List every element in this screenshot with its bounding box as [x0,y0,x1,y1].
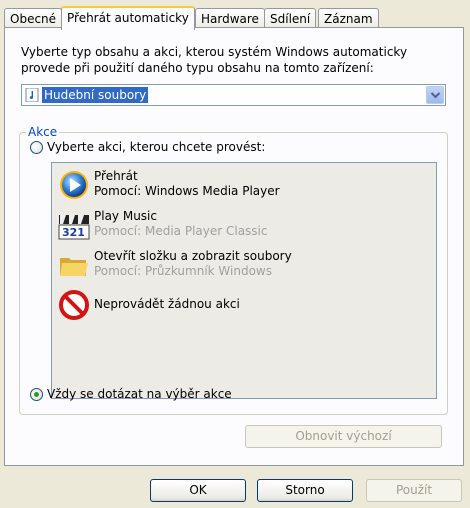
svg-text:321: 321 [62,226,85,239]
always-ask-label: Vždy se dotázat na výběr akce [47,387,232,401]
action-title: Přehrát [94,169,138,183]
choose-action-radio[interactable]: Vyberte akci, kterou chcete provést: [30,140,265,154]
description-text: Vyberte typ obsahu a akci, kterou systém… [21,45,408,75]
always-ask-radio[interactable]: Vždy se dotázat na výběr akce [30,387,232,401]
radio-button-checked[interactable] [30,387,43,401]
tab-hardware[interactable]: Hardware [195,8,265,29]
cancel-button[interactable]: Storno [257,479,353,502]
ok-button[interactable]: OK [150,479,246,502]
no-action-icon [58,289,90,321]
media-player-classic-icon: 321 [58,209,90,241]
tab-sharing[interactable]: Sdílení [264,8,317,29]
apply-button[interactable]: Použít [366,479,462,502]
folder-icon [58,249,90,281]
action-title: Neprovádět žádnou akci [94,297,240,311]
radio-button-unchecked[interactable] [30,140,43,154]
restore-defaults-button[interactable]: Obnovit výchozí [245,425,442,448]
action-subtitle: Pomocí: Windows Media Player [94,184,280,198]
tab-panel-autoplay: Vyberte typ obsahu a akci, kterou systém… [4,27,464,466]
action-title: Play Music [94,209,157,223]
actions-list[interactable]: Přehrát Pomocí: Windows Media Player 321… [51,162,437,399]
windows-media-player-icon [58,169,90,201]
music-file-icon [25,87,39,103]
action-title: Otevřít složku a zobrazit soubory [94,249,292,263]
chevron-down-icon[interactable] [426,86,444,104]
choose-action-label: Vyberte akci, kterou chcete provést: [47,140,266,154]
action-subtitle: Pomocí: Průzkumník Windows [94,264,272,278]
tab-recording[interactable]: Záznam [318,8,379,29]
action-subtitle: Pomocí: Media Player Classic [94,224,268,238]
tab-general[interactable]: Obecné [4,8,63,29]
actions-group-legend: Akce [28,125,58,139]
content-type-selected: Hudební soubory [40,86,150,104]
content-type-dropdown[interactable]: Hudební soubory [21,84,446,106]
tab-autoplay[interactable]: Přehrát automaticky [61,6,195,30]
